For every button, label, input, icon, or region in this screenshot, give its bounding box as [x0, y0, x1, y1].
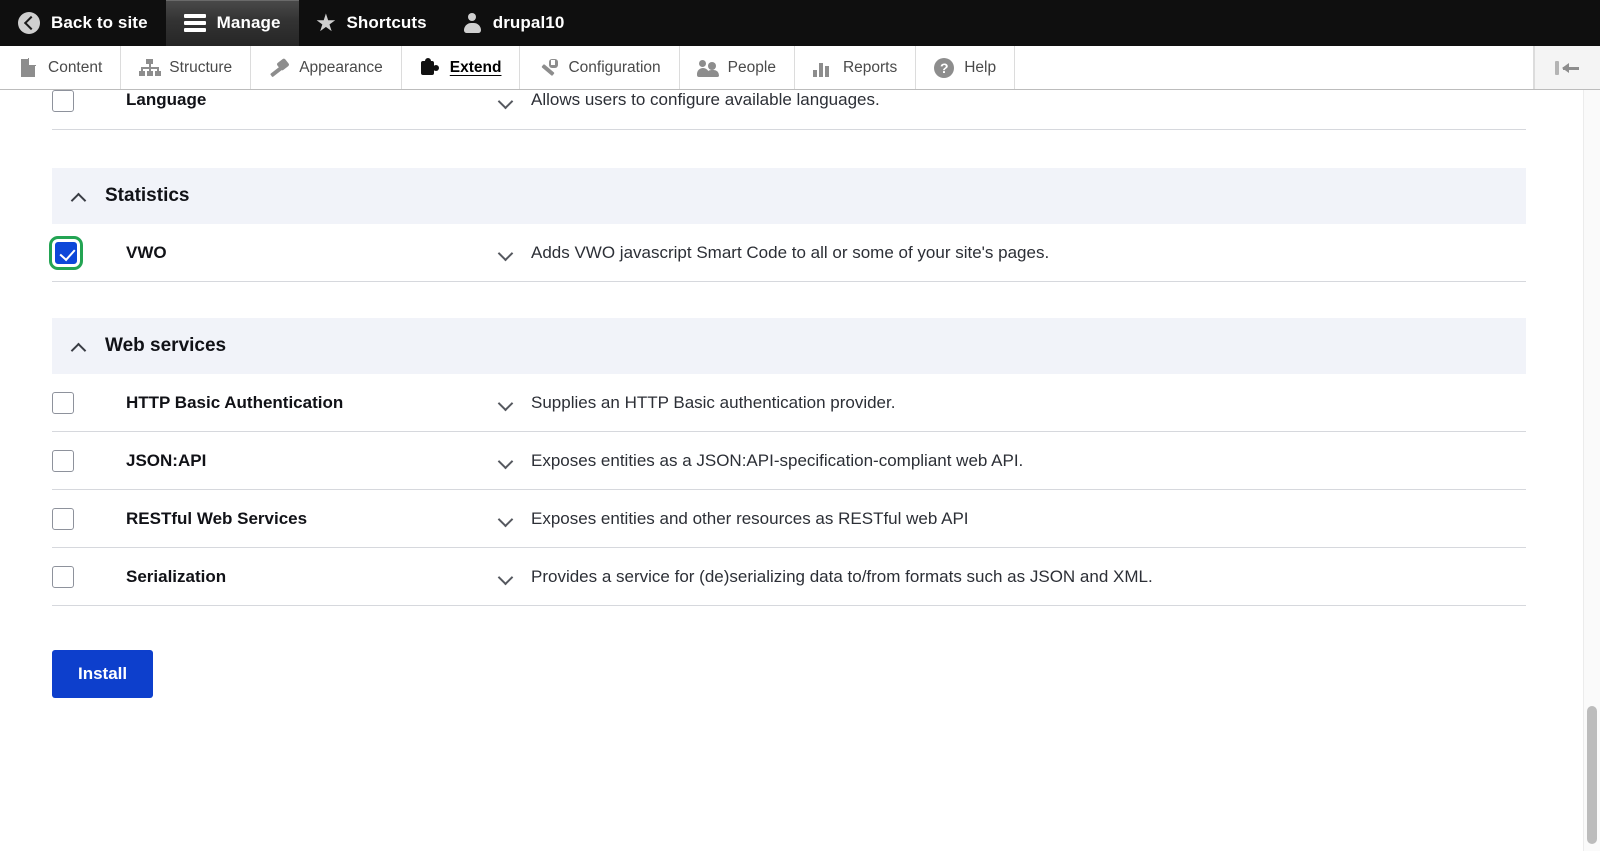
star-icon: ★ [316, 11, 336, 35]
module-name: Serialization [126, 566, 227, 586]
toolbar-item-back-to-site[interactable]: Back to site [0, 0, 166, 46]
puzzle-icon [420, 57, 440, 78]
structure-icon [139, 58, 162, 78]
module-name: VWO [126, 242, 167, 262]
menu-item-appearance[interactable]: Appearance [251, 46, 402, 89]
module-description-cell: Allows users to configure available lang… [499, 90, 1526, 110]
modules-list-region: Language Allows users to configure avail… [0, 90, 1578, 698]
menu-item-label: People [727, 58, 776, 76]
module-checkbox-cell [52, 391, 126, 414]
menu-item-label: Configuration [568, 58, 661, 76]
group-header-web-services[interactable]: Web services [52, 318, 1526, 374]
module-checkbox-cell [52, 449, 126, 472]
menu-item-label: Appearance [299, 58, 383, 76]
module-checkbox-cell [49, 235, 126, 270]
document-icon [18, 57, 38, 78]
chevron-down-icon[interactable] [499, 96, 514, 105]
form-actions: Install [52, 650, 1526, 698]
table-row[interactable]: RESTful Web Services Exposes entities an… [52, 490, 1526, 548]
chevron-down-icon[interactable] [499, 248, 514, 257]
module-description: Allows users to configure available lang… [531, 90, 880, 109]
module-name: RESTful Web Services [126, 508, 308, 528]
question-mark-icon: ? [934, 57, 955, 78]
admin-menu-bar: Content Structure Appearance Extend Conf… [0, 46, 1600, 90]
toolbar-item-manage[interactable]: Manage [165, 0, 299, 46]
module-description: Provides a service for (de)serializing d… [531, 566, 1153, 586]
menu-item-reports[interactable]: Reports [795, 46, 917, 89]
chevron-up-icon[interactable] [72, 192, 87, 201]
module-checkbox-cell [52, 507, 126, 530]
menu-item-label: Content [48, 58, 103, 76]
group-title: Statistics [105, 185, 190, 206]
module-description: Adds VWO javascript Smart Code to all or… [531, 242, 1050, 262]
chevron-down-icon[interactable] [499, 456, 514, 465]
module-description: Exposes entities as a JSON:API-specifica… [531, 450, 1024, 470]
menu-item-configuration[interactable]: Configuration [520, 46, 680, 89]
table-row[interactable]: JSON:API Exposes entities as a JSON:API-… [52, 432, 1526, 490]
people-icon [696, 58, 719, 78]
menu-item-people[interactable]: People [680, 46, 795, 89]
module-description-cell: Exposes entities as a JSON:API-specifica… [499, 451, 1526, 471]
module-description: Supplies an HTTP Basic authentication pr… [531, 392, 896, 412]
hamburger-icon [183, 14, 206, 32]
scrollbar-thumb[interactable] [1587, 706, 1597, 844]
module-description-cell: Supplies an HTTP Basic authentication pr… [499, 393, 1526, 413]
group-title: Web services [105, 335, 227, 356]
module-name: JSON:API [126, 450, 207, 470]
toolbar-item-label: Manage [216, 13, 281, 32]
menu-item-label: Structure [169, 58, 233, 76]
toolbar-item-user-account[interactable]: drupal10 [445, 0, 583, 46]
module-checkbox-cell [52, 565, 126, 588]
chevron-up-icon[interactable] [72, 342, 87, 351]
admin-toolbar: Back to site Manage ★ Shortcuts drupal10 [0, 0, 1600, 46]
toolbar-item-label: drupal10 [492, 13, 565, 32]
table-row[interactable]: Serialization Provides a service for (de… [52, 548, 1526, 606]
collapse-sidebar-button[interactable] [1534, 46, 1600, 89]
menu-item-label: Help [964, 58, 997, 76]
module-enable-checkbox-serialization[interactable] [52, 565, 74, 588]
wrench-icon [538, 58, 559, 78]
module-enable-checkbox-restful-web-services[interactable] [52, 507, 74, 530]
chevron-down-icon[interactable] [499, 398, 514, 407]
group-header-statistics[interactable]: Statistics [52, 168, 1526, 224]
module-checkbox-cell [52, 90, 126, 112]
module-enable-checkbox[interactable] [52, 90, 74, 112]
paintbrush-icon [269, 57, 290, 78]
toolbar-item-label: Back to site [51, 13, 148, 32]
module-enable-checkbox-json-api[interactable] [52, 449, 74, 472]
module-description-cell: Adds VWO javascript Smart Code to all or… [499, 243, 1526, 263]
person-icon [463, 13, 482, 33]
menu-item-content[interactable]: Content [0, 46, 122, 89]
chevron-down-icon[interactable] [499, 572, 514, 581]
menu-item-structure[interactable]: Structure [121, 46, 252, 89]
table-row[interactable]: VWO Adds VWO javascript Smart Code to al… [49, 224, 1526, 282]
menu-item-extend[interactable]: Extend [402, 46, 521, 89]
module-enable-checkbox-vwo[interactable] [55, 241, 77, 264]
vertical-scrollbar[interactable] [1583, 90, 1600, 851]
collapse-sidebar-icon [1554, 58, 1581, 78]
toolbar-item-shortcuts[interactable]: ★ Shortcuts [299, 0, 445, 46]
table-row[interactable]: Language Allows users to configure avail… [52, 90, 1526, 130]
module-name: Language [126, 90, 207, 109]
menu-bar-spacer [1015, 46, 1534, 89]
back-arrow-icon [18, 12, 40, 34]
module-description-cell: Provides a service for (de)serializing d… [499, 567, 1526, 587]
chevron-down-icon[interactable] [499, 514, 514, 523]
menu-item-label: Extend [449, 58, 502, 76]
checkbox-focus-ring [49, 235, 83, 270]
browser-viewport: Back to site Manage ★ Shortcuts drupal10… [0, 0, 1600, 851]
module-description: Exposes entities and other resources as … [531, 508, 969, 528]
menu-item-help[interactable]: ? Help [916, 46, 1016, 89]
table-row[interactable]: HTTP Basic Authentication Supplies an HT… [52, 374, 1526, 432]
toolbar-item-label: Shortcuts [346, 13, 427, 32]
module-description-cell: Exposes entities and other resources as … [499, 509, 1526, 529]
bar-chart-icon [812, 58, 833, 78]
module-name: HTTP Basic Authentication [126, 392, 344, 412]
install-button[interactable]: Install [52, 650, 154, 698]
menu-item-label: Reports [842, 58, 898, 76]
module-enable-checkbox-http-basic-authentication[interactable] [52, 391, 74, 414]
